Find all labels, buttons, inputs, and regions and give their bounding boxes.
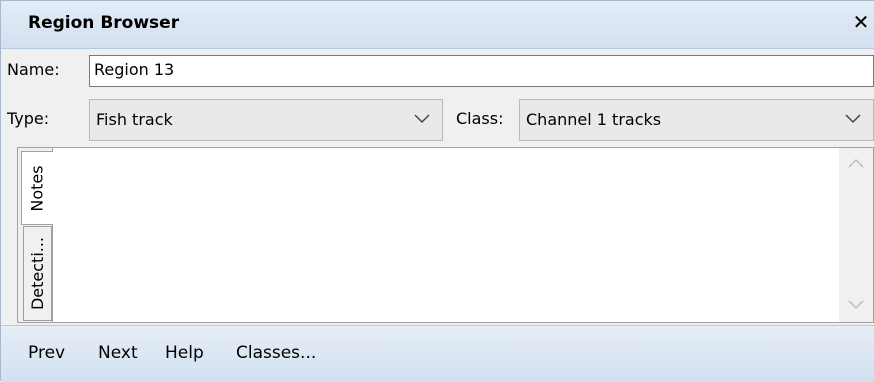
prev-button[interactable]: Prev xyxy=(28,343,65,363)
help-button[interactable]: Help xyxy=(165,343,204,363)
chevron-down-icon xyxy=(845,114,861,124)
notes-panel: Notes Detecti... xyxy=(17,147,874,323)
next-button[interactable]: Next xyxy=(98,343,138,363)
type-row: Type: Fish track Class: Channel 1 tracks xyxy=(1,94,874,146)
tab-detections[interactable]: Detecti... xyxy=(23,226,52,321)
window-title: Region Browser xyxy=(28,13,180,33)
scroll-down-icon[interactable] xyxy=(848,300,864,310)
close-icon[interactable]: ✕ xyxy=(850,11,872,33)
name-label: Name: xyxy=(7,60,60,79)
type-select[interactable]: Fish track xyxy=(89,99,443,141)
tab-notes-label: Notes xyxy=(28,164,47,212)
tab-detections-label: Detecti... xyxy=(28,236,47,311)
notes-text-area[interactable] xyxy=(54,148,837,322)
type-label: Type: xyxy=(7,109,50,128)
tab-notes[interactable]: Notes xyxy=(21,151,53,225)
chevron-down-icon xyxy=(414,114,430,124)
vertical-scrollbar[interactable] xyxy=(839,148,873,322)
vertical-tab-strip: Notes Detecti... xyxy=(18,148,53,322)
footer-bar: Prev Next Help Classes... xyxy=(1,325,874,382)
type-select-value: Fish track xyxy=(96,110,173,129)
name-input[interactable]: Region 13 xyxy=(89,55,874,87)
class-label: Class: xyxy=(456,109,504,128)
class-select[interactable]: Channel 1 tracks xyxy=(519,99,874,141)
class-select-value: Channel 1 tracks xyxy=(526,110,662,129)
classes-button[interactable]: Classes... xyxy=(236,343,316,363)
title-bar: Region Browser ✕ xyxy=(1,1,874,49)
scroll-up-icon[interactable] xyxy=(848,158,864,168)
name-row: Name: Region 13 xyxy=(1,49,874,91)
region-browser-window: Region Browser ✕ Name: Region 13 Type: F… xyxy=(0,0,874,382)
